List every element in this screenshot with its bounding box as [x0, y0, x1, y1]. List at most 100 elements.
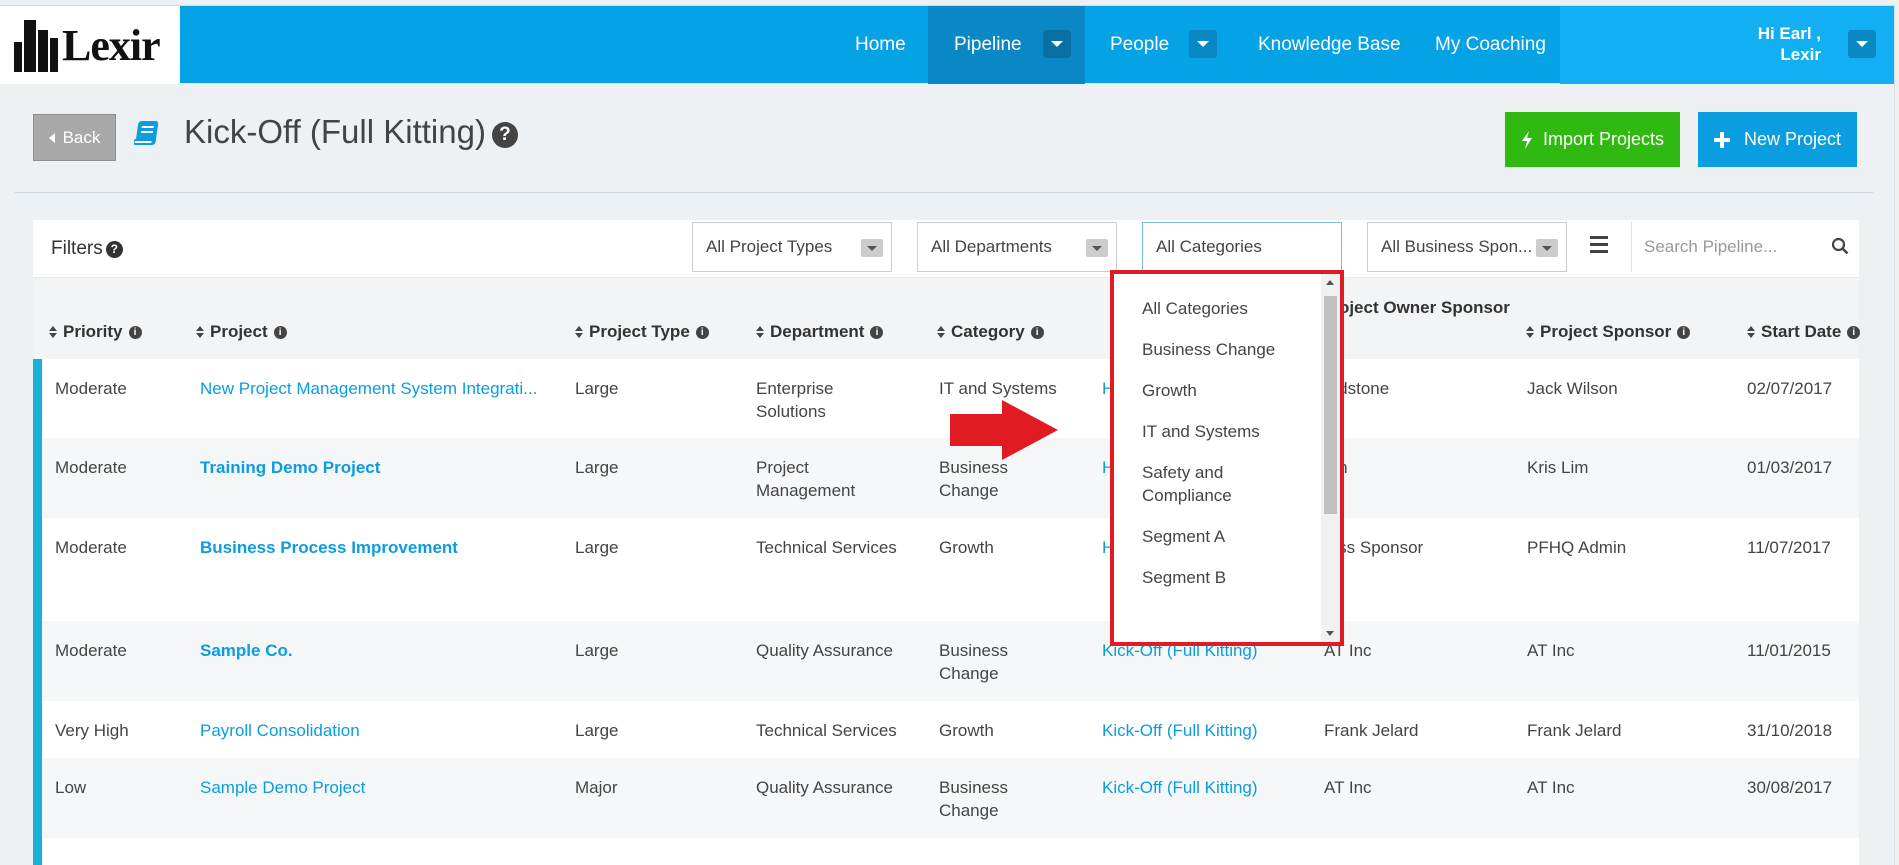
nav-home[interactable]: Home	[855, 6, 906, 84]
category-dropdown-menu: All Categories Business Change Growth IT…	[1110, 270, 1344, 646]
col-project-sponsor-label: Project Sponsor	[1540, 322, 1672, 341]
project-link[interactable]: Sample Co.	[200, 639, 293, 662]
filters-label-text: Filters	[51, 238, 103, 259]
col-department-label: Department	[770, 322, 865, 341]
chevron-down-icon	[861, 239, 883, 257]
column-menu-icon[interactable]	[1590, 236, 1608, 257]
col-project-type-label: Project Type	[589, 322, 690, 341]
category-option[interactable]: Segment B	[1114, 557, 1321, 598]
table-row[interactable]	[33, 838, 1859, 865]
category-option[interactable]: Safety and Compliance	[1114, 452, 1264, 516]
col-department[interactable]: Department i	[756, 322, 884, 342]
business-sponsor-select[interactable]: All Business Spon...	[1367, 222, 1567, 272]
start-date-cell: 11/01/2015	[1747, 641, 1831, 660]
arrow-right-icon	[950, 400, 1058, 460]
category-value: All Categories	[1156, 237, 1262, 256]
table-row[interactable]: Moderate Business Process Improvement La…	[33, 518, 1859, 621]
search-input[interactable]: Search Pipeline...	[1631, 222, 1859, 272]
user-dropdown-toggle[interactable]	[1848, 30, 1876, 58]
table-header: Priority i Project i Project Type i Departm…	[33, 278, 1861, 359]
new-project-button[interactable]: New Project	[1698, 112, 1857, 167]
user-menu[interactable]: Hi Earl , Lexir	[1560, 6, 1899, 84]
priority-cell: Low	[55, 778, 87, 797]
nav-people[interactable]: People	[1110, 6, 1169, 84]
sort-icon	[1747, 326, 1755, 338]
search-icon[interactable]	[1831, 237, 1849, 255]
project-link[interactable]: Sample Demo Project	[200, 776, 365, 799]
col-project[interactable]: Project i	[196, 322, 287, 342]
category-option[interactable]: Business Change	[1114, 329, 1321, 370]
sort-icon	[937, 326, 945, 338]
table-row[interactable]: Low Sample Demo Project Major Quality As…	[33, 758, 1859, 838]
category-cell: IT and Systems	[939, 379, 1057, 398]
category-select[interactable]: All Categories	[1142, 222, 1342, 272]
col-priority-label: Priority	[63, 322, 123, 341]
stage-link[interactable]: Kick-Off (Full Kitting)	[1102, 776, 1258, 799]
nav-pipeline-label: Pipeline	[954, 34, 1022, 55]
nav-knowledge-base[interactable]: Knowledge Base	[1258, 6, 1401, 84]
back-button[interactable]: Back	[33, 114, 116, 161]
pipeline-dropdown-toggle[interactable]	[1043, 30, 1071, 58]
priority-cell: Very High	[55, 721, 129, 740]
stage-link[interactable]: Kick-Off (Full Kitting)	[1102, 719, 1258, 742]
start-date-cell: 31/10/2018	[1747, 721, 1833, 740]
table-row[interactable]: Moderate Sample Co. Large Quality Assura…	[33, 621, 1859, 701]
category-option[interactable]: IT and Systems	[1114, 411, 1321, 452]
info-icon: i	[1030, 325, 1044, 339]
page-scrollbar[interactable]	[1894, 5, 1899, 865]
col-owner-sponsor[interactable]: Project Owner Sponsor	[1321, 298, 1510, 318]
brand-logo-text: Lexir	[62, 20, 161, 70]
people-dropdown-toggle[interactable]	[1189, 30, 1217, 58]
table-row[interactable]: Moderate New Project Management System I…	[33, 359, 1859, 438]
priority-cell: Moderate	[55, 641, 127, 660]
col-project-label: Project	[210, 322, 268, 341]
info-icon: i	[695, 325, 709, 339]
chevron-down-icon	[1086, 239, 1108, 257]
filters-bar: Filters? All Project Types All Departmen…	[33, 220, 1859, 278]
nav-my-coaching[interactable]: My Coaching	[1435, 6, 1546, 84]
project-link[interactable]: Payroll Consolidation	[200, 719, 360, 742]
table-row[interactable]: Very High Payroll Consolidation Large Te…	[33, 701, 1859, 758]
info-icon: i	[273, 325, 287, 339]
import-projects-label: Import Projects	[1542, 129, 1665, 149]
department-cell: Technical Services	[756, 721, 897, 740]
brand-logo[interactable]: Lexir	[0, 6, 180, 84]
category-cell: Business Change	[939, 778, 1008, 820]
col-priority[interactable]: Priority i	[49, 322, 142, 342]
project-link[interactable]: Training Demo Project	[200, 456, 380, 479]
caret-left-icon	[48, 132, 55, 143]
import-projects-button[interactable]: Import Projects	[1505, 112, 1680, 167]
scrollbar-thumb[interactable]	[1324, 296, 1337, 514]
category-option[interactable]: All Categories	[1114, 288, 1321, 329]
department-cell: Technical Services	[756, 538, 897, 557]
dropdown-scrollbar[interactable]	[1321, 274, 1340, 642]
department-select[interactable]: All Departments	[917, 222, 1117, 272]
project-link[interactable]: New Project Management System Integrati.…	[200, 377, 547, 400]
col-start-date[interactable]: Start Date i	[1747, 322, 1861, 342]
help-icon[interactable]: ?	[491, 122, 518, 148]
project-type-select[interactable]: All Project Types	[692, 222, 892, 272]
category-option[interactable]: Growth	[1114, 370, 1321, 411]
row-status-bar	[33, 838, 42, 865]
col-project-sponsor[interactable]: Project Sponsor i	[1526, 322, 1691, 342]
row-status-bar	[33, 621, 42, 701]
project-link[interactable]: Business Process Improvement	[200, 536, 458, 559]
top-navbar: Lexir Home Pipeline People Knowledge Bas…	[0, 5, 1899, 84]
scroll-down-icon[interactable]	[1326, 631, 1334, 636]
sort-icon	[49, 326, 57, 338]
new-project-label: New Project	[1743, 129, 1842, 149]
col-category[interactable]: Category i	[937, 322, 1044, 342]
table-row[interactable]: Moderate Training Demo Project Large Pro…	[33, 438, 1859, 518]
building-logo-icon	[12, 18, 62, 72]
category-options-list: All Categories Business Change Growth IT…	[1114, 274, 1321, 642]
scroll-up-icon[interactable]	[1326, 280, 1334, 285]
pipeline-panel: Filters? All Project Types All Departmen…	[33, 220, 1861, 865]
category-cell: Growth	[939, 538, 994, 557]
col-project-type[interactable]: Project Type i	[575, 322, 709, 342]
category-option[interactable]: Segment A	[1114, 516, 1321, 557]
sponsor-cell: Kris Lim	[1527, 458, 1589, 477]
department-cell: Enterprise Solutions	[756, 379, 834, 421]
help-icon[interactable]: ?	[105, 240, 123, 258]
user-greeting: Hi Earl , Lexir	[1758, 23, 1821, 65]
filters-label: Filters?	[51, 238, 123, 260]
